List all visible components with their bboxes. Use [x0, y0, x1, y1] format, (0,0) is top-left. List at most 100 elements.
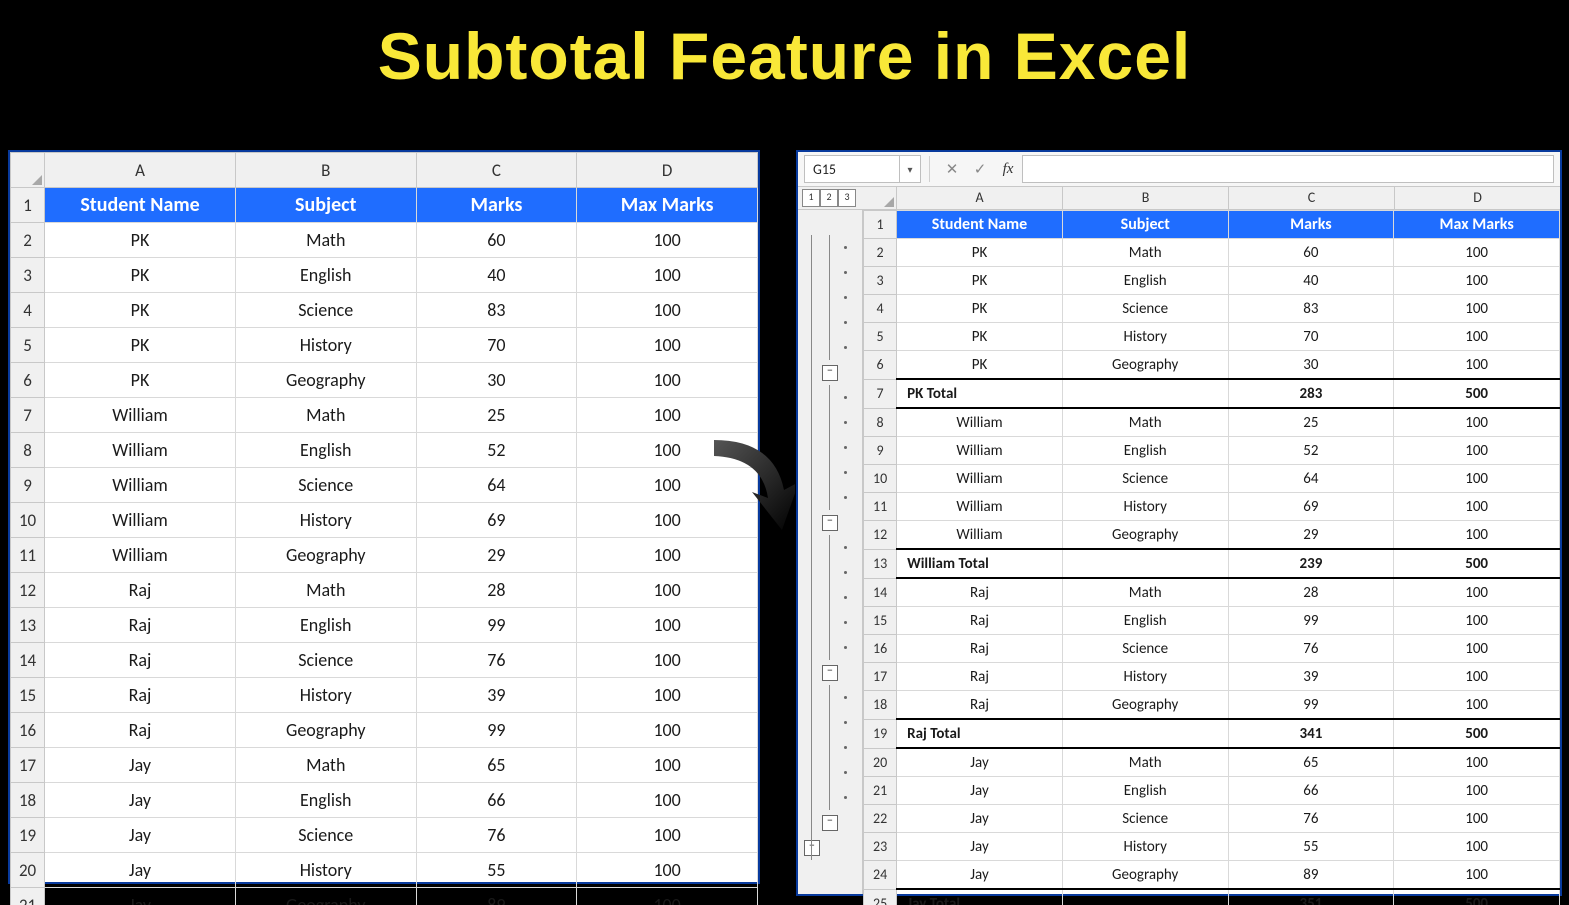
cell[interactable]: Jay: [45, 783, 236, 818]
cell[interactable]: 65: [416, 748, 577, 783]
fx-icon[interactable]: fx: [996, 157, 1020, 181]
cell[interactable]: William: [45, 538, 236, 573]
cell[interactable]: PK: [897, 239, 1063, 267]
cell[interactable]: 28: [416, 573, 577, 608]
cell[interactable]: 99: [1228, 691, 1394, 720]
cell[interactable]: English: [235, 783, 416, 818]
cell[interactable]: 65: [1228, 748, 1394, 777]
col-header-d[interactable]: D: [1395, 187, 1560, 209]
cell[interactable]: Math: [235, 573, 416, 608]
row-header[interactable]: 7: [864, 379, 897, 408]
cell[interactable]: 500: [1394, 719, 1560, 748]
cell[interactable]: [1062, 549, 1228, 578]
col-header-a[interactable]: A: [897, 187, 1063, 209]
row-header[interactable]: 12: [11, 573, 45, 608]
cell[interactable]: Jay: [897, 748, 1063, 777]
cell[interactable]: 64: [416, 468, 577, 503]
cell[interactable]: 60: [416, 223, 577, 258]
cell[interactable]: 100: [1394, 521, 1560, 550]
row-header[interactable]: 9: [864, 437, 897, 465]
cell[interactable]: Raj: [897, 663, 1063, 691]
row-header[interactable]: 2: [864, 239, 897, 267]
row-header[interactable]: 5: [864, 323, 897, 351]
cell[interactable]: Raj: [897, 578, 1063, 607]
row-header[interactable]: 18: [864, 691, 897, 720]
cell[interactable]: English: [235, 258, 416, 293]
outline-collapse-icon[interactable]: −: [822, 665, 838, 681]
cell[interactable]: Raj: [45, 713, 236, 748]
cell[interactable]: History: [235, 678, 416, 713]
cell[interactable]: History: [235, 853, 416, 888]
cell[interactable]: 100: [1394, 465, 1560, 493]
row-header[interactable]: 8: [11, 433, 45, 468]
cell[interactable]: English: [1062, 437, 1228, 465]
left-grid[interactable]: A B C D 1 Student Name Subject Marks Max…: [10, 152, 758, 905]
row-header[interactable]: 7: [11, 398, 45, 433]
row-header[interactable]: 2: [11, 223, 45, 258]
cell[interactable]: 60: [1228, 239, 1394, 267]
col-header-c[interactable]: C: [416, 153, 577, 188]
cell[interactable]: 239: [1228, 549, 1394, 578]
cell[interactable]: English: [235, 608, 416, 643]
cell[interactable]: Math: [1062, 748, 1228, 777]
row-header[interactable]: 21: [11, 888, 45, 905]
right-grid[interactable]: 1 Student Name Subject Marks Max Marks 2…: [863, 210, 1560, 905]
cell[interactable]: 64: [1228, 465, 1394, 493]
cell[interactable]: English: [1062, 777, 1228, 805]
row-header[interactable]: 14: [11, 643, 45, 678]
cell[interactable]: Raj: [897, 635, 1063, 663]
cell[interactable]: [1062, 719, 1228, 748]
cell[interactable]: 55: [1228, 833, 1394, 861]
name-box-dropdown[interactable]: ▾: [900, 155, 921, 183]
cell[interactable]: William: [45, 433, 236, 468]
outline-level-2[interactable]: 2: [820, 189, 838, 207]
cell[interactable]: PK: [897, 323, 1063, 351]
cell[interactable]: William: [897, 521, 1063, 550]
header-cell[interactable]: Subject: [1062, 211, 1228, 239]
cell[interactable]: William: [897, 493, 1063, 521]
cell[interactable]: 52: [1228, 437, 1394, 465]
row-header[interactable]: 1: [11, 188, 45, 223]
cell[interactable]: William: [897, 465, 1063, 493]
outline-collapse-icon[interactable]: −: [804, 840, 820, 856]
cell[interactable]: Raj: [45, 643, 236, 678]
cell[interactable]: 40: [416, 258, 577, 293]
cell[interactable]: 100: [577, 538, 758, 573]
cell[interactable]: 100: [577, 818, 758, 853]
cell[interactable]: Science: [1062, 465, 1228, 493]
cell[interactable]: 100: [1394, 437, 1560, 465]
cell[interactable]: Geography: [1062, 691, 1228, 720]
cell[interactable]: History: [1062, 833, 1228, 861]
row-header[interactable]: 16: [11, 713, 45, 748]
cell[interactable]: 100: [1394, 295, 1560, 323]
cell[interactable]: 70: [416, 328, 577, 363]
cell[interactable]: 30: [1228, 351, 1394, 380]
name-box[interactable]: G15: [804, 155, 900, 183]
cell[interactable]: 100: [1394, 691, 1560, 720]
cell[interactable]: 100: [577, 328, 758, 363]
cell[interactable]: 100: [577, 608, 758, 643]
cell[interactable]: 351: [1228, 889, 1394, 905]
cell[interactable]: 100: [577, 678, 758, 713]
cell[interactable]: 100: [577, 643, 758, 678]
cell[interactable]: William: [897, 437, 1063, 465]
cell[interactable]: William: [45, 398, 236, 433]
cell[interactable]: 500: [1394, 549, 1560, 578]
cell[interactable]: 55: [416, 853, 577, 888]
outline-collapse-icon[interactable]: −: [822, 515, 838, 531]
row-header[interactable]: 5: [11, 328, 45, 363]
row-header[interactable]: 11: [11, 538, 45, 573]
cell[interactable]: 100: [577, 853, 758, 888]
cell[interactable]: Math: [1062, 578, 1228, 607]
row-header[interactable]: 13: [11, 608, 45, 643]
cell[interactable]: 100: [1394, 578, 1560, 607]
cell[interactable]: 83: [1228, 295, 1394, 323]
cell[interactable]: Science: [235, 293, 416, 328]
col-header-b[interactable]: B: [1063, 187, 1229, 209]
cell[interactable]: 76: [1228, 805, 1394, 833]
cell[interactable]: Jay: [897, 833, 1063, 861]
cell[interactable]: Science: [1062, 295, 1228, 323]
cell[interactable]: 100: [577, 888, 758, 905]
cell[interactable]: Jay: [45, 888, 236, 905]
cell[interactable]: Jay: [45, 818, 236, 853]
